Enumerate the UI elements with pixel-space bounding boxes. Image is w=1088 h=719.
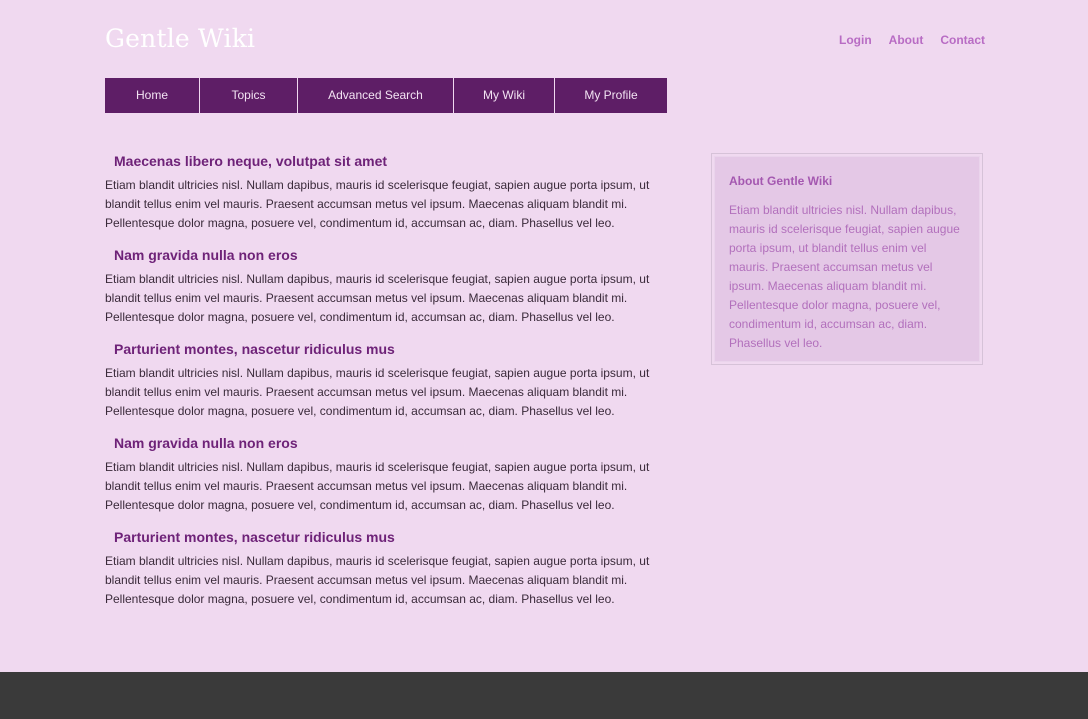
nav-item-advanced-search[interactable]: Advanced Search — [298, 78, 454, 113]
nav-item-home[interactable]: Home — [105, 78, 200, 113]
article-body: Etiam blandit ultricies nisl. Nullam dap… — [105, 366, 650, 418]
article-title[interactable]: Parturient montes, nascetur ridiculus mu… — [114, 528, 685, 546]
article: Maecenas libero neque, volutpat sit amet… — [105, 152, 685, 233]
article-body: Etiam blandit ultricies nisl. Nullam dap… — [105, 554, 650, 606]
article: Nam gravida nulla non eros Etiam blandit… — [105, 246, 685, 327]
site-title[interactable]: Gentle Wiki — [105, 24, 255, 53]
article-body: Etiam blandit ultricies nisl. Nullam dap… — [105, 178, 650, 230]
article-body: Etiam blandit ultricies nisl. Nullam dap… — [105, 272, 650, 324]
sidebar-title: About Gentle Wiki — [729, 174, 833, 188]
article-title[interactable]: Nam gravida nulla non eros — [114, 434, 685, 452]
main-nav: Home Topics Advanced Search My Wiki My P… — [105, 78, 667, 113]
nav-item-my-wiki[interactable]: My Wiki — [454, 78, 555, 113]
article: Parturient montes, nascetur ridiculus mu… — [105, 340, 685, 421]
article: Parturient montes, nascetur ridiculus mu… — [105, 528, 685, 609]
article-body: Etiam blandit ultricies nisl. Nullam dap… — [105, 460, 650, 512]
sidebar-body: Etiam blandit ultricies nisl. Nullam dap… — [729, 203, 960, 350]
top-links: Login About Contact — [839, 33, 985, 47]
sidebar-about-box: About Gentle Wiki Etiam blandit ultricie… — [711, 153, 983, 365]
about-link[interactable]: About — [889, 33, 924, 47]
article-title[interactable]: Parturient montes, nascetur ridiculus mu… — [114, 340, 685, 358]
article-title[interactable]: Nam gravida nulla non eros — [114, 246, 685, 264]
article: Nam gravida nulla non eros Etiam blandit… — [105, 434, 685, 515]
page: Gentle Wiki Login About Contact Home Top… — [0, 0, 1088, 719]
sidebar-about-inner: About Gentle Wiki Etiam blandit ultricie… — [714, 156, 980, 362]
article-title[interactable]: Maecenas libero neque, volutpat sit amet — [114, 152, 685, 170]
nav-item-topics[interactable]: Topics — [200, 78, 298, 113]
nav-item-my-profile[interactable]: My Profile — [555, 78, 667, 113]
login-link[interactable]: Login — [839, 33, 872, 47]
contact-link[interactable]: Contact — [940, 33, 985, 47]
footer — [0, 672, 1088, 719]
main-content: Maecenas libero neque, volutpat sit amet… — [105, 152, 685, 622]
